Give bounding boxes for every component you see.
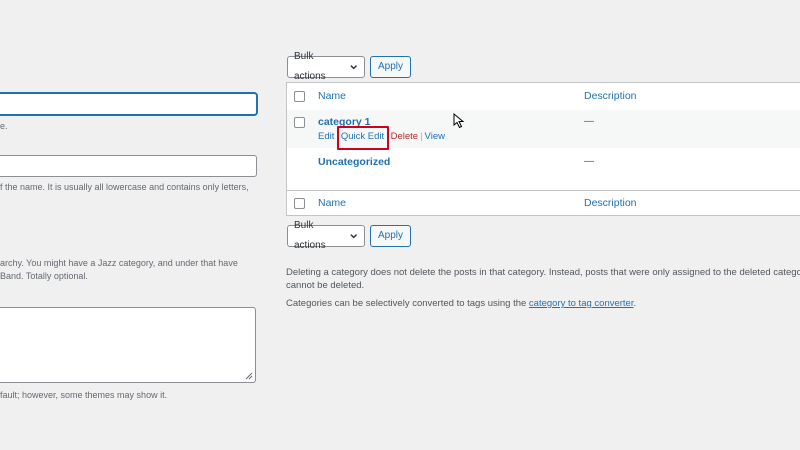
table-header-row: Name Description	[287, 83, 800, 111]
name-column-footer[interactable]: Name	[318, 197, 346, 209]
category-description-textarea[interactable]	[0, 307, 256, 383]
chevron-down-icon	[349, 234, 357, 239]
chevron-down-icon	[349, 65, 357, 70]
slug-field-hint: f the name. It is usually all lowercase …	[0, 182, 249, 192]
bulk-actions-label: Bulk actions	[294, 220, 326, 251]
category-to-tag-converter-link[interactable]: category to tag converter	[529, 298, 634, 309]
name-column-header[interactable]: Name	[318, 90, 346, 102]
description-column-footer[interactable]: Description	[584, 197, 637, 209]
delete-link[interactable]: Delete	[391, 131, 418, 142]
convert-note: Categories can be selectively converted …	[286, 297, 636, 310]
row-checkbox[interactable]	[294, 117, 305, 128]
quick-edit-highlight-box	[337, 126, 389, 150]
apply-button-top[interactable]: Apply	[370, 56, 412, 78]
bulk-actions-label: Bulk actions	[294, 51, 326, 82]
table-row: Uncategorized —	[287, 148, 800, 191]
category-slug-input[interactable]	[0, 155, 257, 177]
description-column-header[interactable]: Description	[584, 90, 637, 102]
convert-note-suffix: .	[633, 298, 637, 309]
category-name-input[interactable]	[0, 93, 257, 115]
mouse-cursor-icon	[453, 113, 465, 129]
delete-note-line2: cannot be deleted.	[286, 280, 365, 291]
name-field-hint: e.	[0, 121, 8, 131]
bulk-actions-select-top[interactable]: Bulk actions	[287, 51, 365, 82]
parent-field-hint-line2: Band. Totally optional.	[0, 271, 88, 281]
description-field-hint: fault; however, some themes may show it.	[0, 390, 168, 400]
select-all-checkbox-footer[interactable]	[294, 198, 305, 209]
resize-grip-icon[interactable]	[245, 372, 253, 380]
table-footer-row: Name Description	[287, 191, 800, 216]
edit-link[interactable]: Edit	[318, 131, 334, 142]
delete-note-line1: Deleting a category does not delete the …	[286, 267, 800, 278]
parent-field-hint-line1: archy. You might have a Jazz category, a…	[0, 258, 238, 268]
convert-note-text: Categories can be selectively converted …	[286, 298, 529, 309]
bulk-actions-select-bottom[interactable]: Bulk actions	[287, 220, 365, 251]
select-all-checkbox[interactable]	[294, 91, 305, 102]
apply-button-bottom[interactable]: Apply	[370, 225, 412, 247]
category-description: —	[584, 156, 594, 167]
category-description: —	[584, 116, 594, 127]
view-link[interactable]: View	[425, 131, 445, 142]
category-name-link[interactable]: Uncategorized	[318, 156, 390, 168]
